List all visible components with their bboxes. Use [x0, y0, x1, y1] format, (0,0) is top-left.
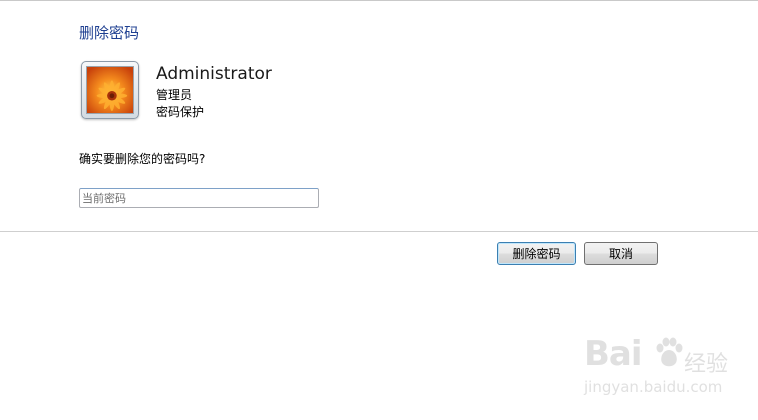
user-role: 管理员 [156, 88, 193, 102]
page-title: 删除密码 [79, 24, 140, 42]
baidu-watermark: Bai 经验 jingyan.baidu.com [584, 332, 734, 402]
delete-password-button[interactable]: 删除密码 [497, 242, 576, 265]
top-border [0, 0, 758, 1]
watermark-url: jingyan.baidu.com [584, 378, 723, 396]
confirm-question: 确实要删除您的密码吗? [79, 152, 206, 166]
user-avatar [81, 61, 139, 119]
cancel-button[interactable]: 取消 [584, 242, 658, 265]
flower-avatar-icon [86, 66, 134, 114]
footer-divider [0, 231, 758, 232]
paw-icon [656, 337, 683, 367]
watermark-brand: Bai [584, 334, 643, 374]
password-status: 密码保护 [156, 105, 205, 119]
current-password-input[interactable] [79, 188, 319, 208]
watermark-suffix: 经验 [684, 352, 729, 377]
user-name: Administrator [156, 64, 272, 84]
